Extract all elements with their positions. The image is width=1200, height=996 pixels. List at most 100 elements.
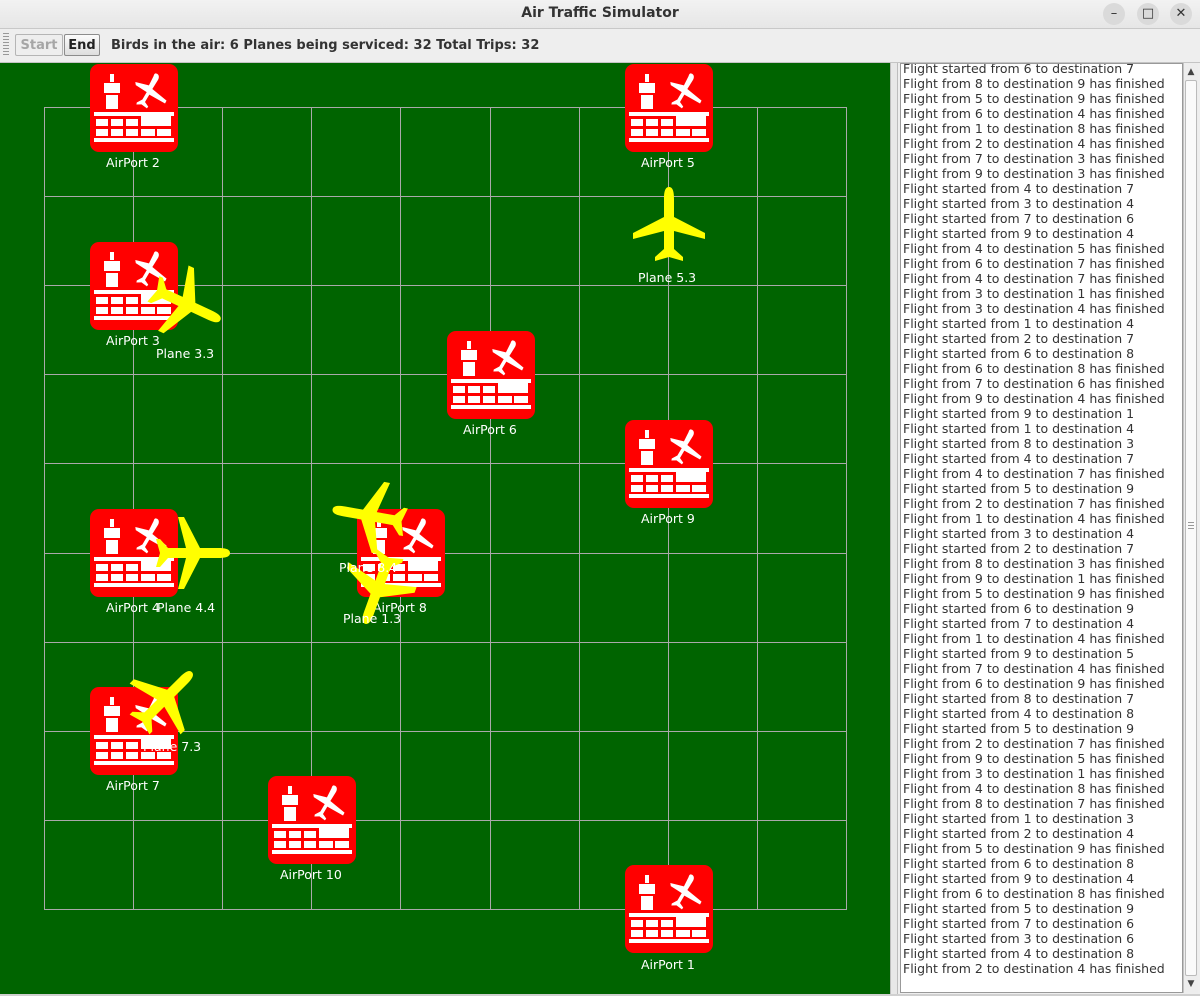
log-line: Flight from 8 to destination 3 has finis… xyxy=(903,556,1165,571)
log-line: Flight started from 9 to destination 4 xyxy=(903,871,1135,886)
start-button[interactable]: Start xyxy=(15,34,63,56)
toolbar-grip-icon[interactable] xyxy=(3,33,9,57)
log-line: Flight started from 4 to destination 8 xyxy=(903,706,1135,721)
simulation-map: AirPort 2 AirPort 5 AirPort 3 AirPort 6 … xyxy=(0,63,890,994)
log-scrollbar[interactable]: ▲ ▼ xyxy=(1183,63,1198,993)
log-line: Flight from 6 to destination 8 has finis… xyxy=(903,361,1165,376)
scroll-thumb[interactable] xyxy=(1185,80,1197,976)
airport-label: AirPort 2 xyxy=(106,155,160,170)
log-line: Flight started from 9 to destination 5 xyxy=(903,646,1135,661)
airport-icon xyxy=(447,331,535,419)
plane-icon xyxy=(633,187,705,261)
airport-label: AirPort 7 xyxy=(106,778,160,793)
toolbar: Start End Birds in the air: 6 Planes bei… xyxy=(0,29,1200,63)
airport-icon xyxy=(90,64,178,152)
log-lines: Flight started from 6 to destination 7 Fl… xyxy=(903,64,1165,976)
airport-icon xyxy=(625,64,713,152)
log-line: Flight started from 8 to destination 3 xyxy=(903,436,1135,451)
airport-label: AirPort 10 xyxy=(280,867,342,882)
scroll-grip-icon xyxy=(1188,522,1194,529)
log-line: Flight from 4 to destination 7 has finis… xyxy=(903,271,1165,286)
log-line: Flight started from 6 to destination 8 xyxy=(903,856,1135,871)
log-line: Flight started from 1 to destination 4 xyxy=(903,421,1135,436)
log-line: Flight from 9 to destination 5 has finis… xyxy=(903,751,1165,766)
log-line: Flight from 1 to destination 8 has finis… xyxy=(903,121,1165,136)
log-line: Flight from 1 to destination 4 has finis… xyxy=(903,511,1165,526)
flight-log[interactable]: Flight started from 6 to destination 7 Fl… xyxy=(900,63,1183,993)
log-line: Flight from 3 to destination 1 has finis… xyxy=(903,286,1165,301)
airport-label: AirPort 4 xyxy=(106,600,160,615)
maximize-icon[interactable]: □ xyxy=(1137,3,1159,25)
log-line: Flight from 2 to destination 4 has finis… xyxy=(903,961,1165,976)
log-line: Flight from 1 to destination 4 has finis… xyxy=(903,631,1165,646)
log-line: Flight from 7 to destination 6 has finis… xyxy=(903,376,1165,391)
log-line: Flight from 6 to destination 9 has finis… xyxy=(903,676,1165,691)
log-line: Flight started from 7 to destination 6 xyxy=(903,916,1135,931)
end-button[interactable]: End xyxy=(64,34,100,56)
airport-label: AirPort 9 xyxy=(641,511,695,526)
airport-label: AirPort 1 xyxy=(641,957,695,972)
log-line: Flight from 3 to destination 1 has finis… xyxy=(903,766,1165,781)
plane-label: Plane 8.4 xyxy=(339,560,397,575)
log-line: Flight started from 1 to destination 4 xyxy=(903,316,1135,331)
airport-icon xyxy=(625,420,713,508)
log-line: Flight from 7 to destination 4 has finis… xyxy=(903,661,1165,676)
log-line: Flight from 8 to destination 7 has finis… xyxy=(903,796,1165,811)
log-line: Flight from 4 to destination 5 has finis… xyxy=(903,241,1165,256)
plane-label: Plane 7.3 xyxy=(143,739,201,754)
close-icon[interactable]: ✕ xyxy=(1170,3,1192,25)
log-line: Flight from 6 to destination 7 has finis… xyxy=(903,256,1165,271)
log-line: Flight from 5 to destination 9 has finis… xyxy=(903,841,1165,856)
scroll-down-icon[interactable]: ▼ xyxy=(1184,977,1198,991)
airport-label: AirPort 6 xyxy=(463,422,517,437)
log-line: Flight from 2 to destination 7 has finis… xyxy=(903,736,1165,751)
minimize-icon[interactable]: – xyxy=(1103,3,1125,25)
map-grid xyxy=(44,107,847,910)
log-line: Flight from 2 to destination 4 has finis… xyxy=(903,136,1165,151)
log-line: Flight started from 6 to destination 8 xyxy=(903,346,1135,361)
plane-label: Plane 3.3 xyxy=(156,346,214,361)
log-line: Flight started from 7 to destination 4 xyxy=(903,616,1135,631)
log-line: Flight from 6 to destination 8 has finis… xyxy=(903,886,1165,901)
log-line: Flight started from 3 to destination 6 xyxy=(903,931,1135,946)
log-line: Flight started from 4 to destination 7 xyxy=(903,451,1135,466)
log-line: Flight started from 2 to destination 7 xyxy=(903,331,1135,346)
log-line: Flight started from 7 to destination 6 xyxy=(903,211,1135,226)
log-line: Flight from 4 to destination 7 has finis… xyxy=(903,466,1165,481)
airport-icon xyxy=(268,776,356,864)
title-bar: Air Traffic Simulator – □ ✕ xyxy=(0,0,1200,29)
log-line: Flight started from 3 to destination 4 xyxy=(903,196,1135,211)
airport-label: AirPort 5 xyxy=(641,155,695,170)
log-line: Flight from 4 to destination 8 has finis… xyxy=(903,781,1165,796)
log-line: Flight started from 5 to destination 9 xyxy=(903,481,1135,496)
window-title: Air Traffic Simulator xyxy=(521,5,679,21)
status-text: Birds in the air: 6 Planes being service… xyxy=(111,38,540,53)
log-line: Flight started from 8 to destination 7 xyxy=(903,691,1135,706)
log-line: Flight from 2 to destination 7 has finis… xyxy=(903,496,1165,511)
log-line: Flight started from 2 to destination 4 xyxy=(903,826,1135,841)
log-line: Flight from 5 to destination 9 has finis… xyxy=(903,91,1165,106)
log-line: Flight from 9 to destination 4 has finis… xyxy=(903,391,1165,406)
log-line: Flight started from 2 to destination 7 xyxy=(903,541,1135,556)
plane-label: Plane 4.4 xyxy=(157,600,215,615)
log-line: Flight started from 3 to destination 4 xyxy=(903,526,1135,541)
log-line: Flight started from 9 to destination 4 xyxy=(903,226,1135,241)
split-pane-divider[interactable] xyxy=(890,63,898,994)
log-line: Flight started from 6 to destination 9 xyxy=(903,601,1135,616)
map-canvas: AirPort 2 AirPort 5 AirPort 3 AirPort 6 … xyxy=(44,64,847,972)
airport-label: AirPort 3 xyxy=(106,333,160,348)
airport-icon xyxy=(625,865,713,953)
log-line: Flight from 9 to destination 1 has finis… xyxy=(903,571,1165,586)
log-line: Flight started from 9 to destination 1 xyxy=(903,406,1135,421)
log-line: Flight from 9 to destination 3 has finis… xyxy=(903,166,1165,181)
log-line: Flight started from 4 to destination 8 xyxy=(903,946,1135,961)
log-line: Flight from 7 to destination 3 has finis… xyxy=(903,151,1165,166)
log-line: Flight from 6 to destination 4 has finis… xyxy=(903,106,1165,121)
log-line: Flight started from 5 to destination 9 xyxy=(903,721,1135,736)
log-line: Flight started from 1 to destination 3 xyxy=(903,811,1135,826)
log-line: Flight started from 4 to destination 7 xyxy=(903,181,1135,196)
scroll-up-icon[interactable]: ▲ xyxy=(1184,65,1198,79)
log-line: Flight from 3 to destination 4 has finis… xyxy=(903,301,1165,316)
log-line: Flight from 5 to destination 9 has finis… xyxy=(903,586,1165,601)
plane-label: Plane 5.3 xyxy=(638,270,696,285)
